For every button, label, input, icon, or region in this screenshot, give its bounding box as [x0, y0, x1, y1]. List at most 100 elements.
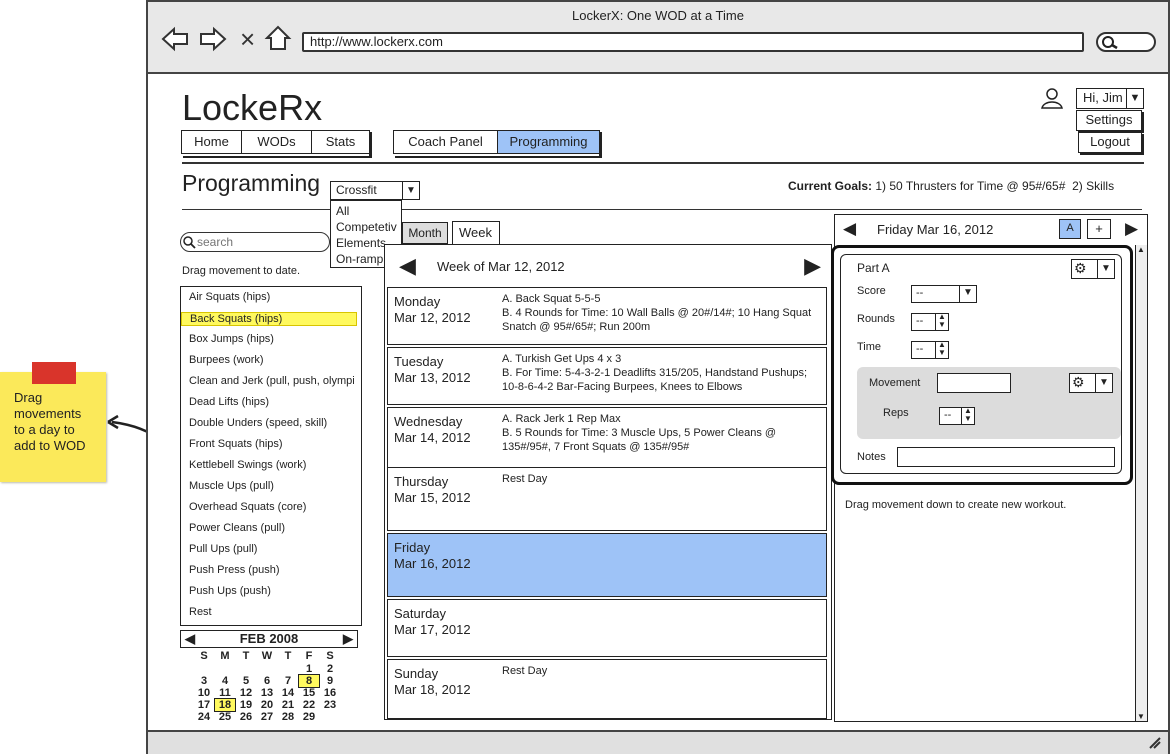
logout-menu-item[interactable]: Logout [1078, 132, 1142, 153]
calendar-cell[interactable]: 9 [320, 675, 340, 687]
calendar-cell[interactable]: 20 [257, 699, 277, 711]
resize-grip-icon[interactable] [1148, 736, 1162, 750]
movement-item[interactable]: Push Press (push) [189, 564, 279, 576]
calendar-cell[interactable]: 5 [236, 675, 256, 687]
nav-programming[interactable]: Programming [497, 130, 599, 154]
main-nav: Home WODs Stats [181, 130, 370, 156]
settings-menu-item[interactable]: Settings [1076, 110, 1142, 131]
day-row[interactable]: Saturday Mar 17, 2012 [387, 599, 827, 657]
calendar-cell[interactable]: 12 [236, 687, 256, 699]
calendar-cell[interactable]: 29 [299, 711, 319, 723]
day-name: Tuesday Mar 13, 2012 [394, 354, 471, 386]
filter-option-all[interactable]: All [336, 204, 349, 218]
calendar-cell[interactable]: 26 [236, 711, 256, 723]
filter-option-competetive[interactable]: Competetiv [336, 220, 397, 234]
prev-day-icon[interactable]: ◀ [843, 219, 856, 239]
calendar-cell[interactable]: 7 [278, 675, 298, 687]
calendar-cell[interactable]: 22 [299, 699, 319, 711]
calendar-cell[interactable]: 23 [320, 699, 340, 711]
day-name: Wednesday Mar 14, 2012 [394, 414, 471, 446]
home-icon[interactable] [264, 24, 292, 52]
calendar-cell[interactable]: 2 [320, 663, 340, 675]
program-filter-select[interactable]: Crossfit ▼ [330, 181, 420, 200]
day-row[interactable]: Wednesday Mar 14, 2012 A. Rack Jerk 1 Rep … [387, 407, 827, 471]
next-day-icon[interactable]: ▶ [1125, 219, 1138, 239]
calendar-cell[interactable]: 8 [298, 674, 320, 688]
movement-item[interactable]: Clean and Jerk (pull, push, olympi [189, 375, 355, 387]
movement-item[interactable]: Air Squats (hips) [189, 291, 270, 303]
calendar-cell[interactable]: 11 [215, 687, 235, 699]
score-select[interactable]: -- ▼ [911, 285, 977, 303]
movement-search[interactable] [180, 232, 330, 252]
nav-wods[interactable]: WODs [241, 130, 311, 154]
movement-item[interactable]: Rest [189, 606, 212, 618]
calendar-cell[interactable]: 6 [257, 675, 277, 687]
calendar-cell[interactable]: 10 [194, 687, 214, 699]
movement-item[interactable]: Muscle Ups (pull) [189, 480, 274, 492]
movement-item[interactable]: Box Jumps (hips) [189, 333, 274, 345]
day-row[interactable]: Tuesday Mar 13, 2012 A. Turkish Get Ups 4 … [387, 347, 827, 405]
movement-item[interactable]: Back Squats (hips) [181, 312, 357, 326]
movement-item[interactable]: Kettlebell Swings (work) [189, 459, 306, 471]
movement-item[interactable]: Burpees (work) [189, 354, 264, 366]
calendar-cell[interactable]: 3 [194, 675, 214, 687]
calendar-cell[interactable]: 24 [194, 711, 214, 723]
next-month-icon[interactable]: ▶ [343, 631, 353, 647]
forward-icon[interactable] [198, 26, 228, 52]
back-icon[interactable] [160, 26, 190, 52]
calendar-cell[interactable]: 17 [194, 699, 214, 711]
calendar-cell[interactable]: 27 [257, 711, 277, 723]
movement-item[interactable]: Front Squats (hips) [189, 438, 283, 450]
calendar-cell[interactable]: 19 [236, 699, 256, 711]
stop-icon[interactable]: × [240, 26, 255, 52]
calendar-cell[interactable]: 21 [278, 699, 298, 711]
day-row[interactable]: Monday Mar 12, 2012 A. Back Squat 5-5-5 B.… [387, 287, 827, 345]
day-row[interactable]: Thursday Mar 15, 2012 Rest Day [387, 467, 827, 531]
calendar-cell[interactable]: 15 [299, 687, 319, 699]
calendar-cell[interactable]: 25 [215, 711, 235, 723]
part-a-button[interactable]: A [1059, 219, 1081, 239]
movement-item[interactable]: Dead Lifts (hips) [189, 396, 269, 408]
time-stepper[interactable]: -- ▲ ▼ [911, 341, 949, 359]
filter-option-elements[interactable]: Elements [336, 236, 386, 250]
calendar-cell[interactable]: 14 [278, 687, 298, 699]
movement-settings-dropdown[interactable]: ⚙ ▼ [1069, 373, 1113, 393]
nav-coach-panel[interactable]: Coach Panel [393, 130, 497, 154]
user-dropdown[interactable]: Hi, Jim ▼ [1076, 88, 1144, 109]
next-week-icon[interactable]: ▶ [804, 253, 821, 279]
day-row[interactable]: Friday Mar 16, 2012 [387, 533, 827, 597]
tab-week[interactable]: Week [452, 221, 500, 245]
day-row[interactable]: Sunday Mar 18, 2012 Rest Day [387, 659, 827, 719]
nav-stats[interactable]: Stats [311, 130, 369, 154]
tab-month[interactable]: Month [402, 222, 448, 244]
nav-home[interactable]: Home [181, 130, 241, 154]
movement-item[interactable]: Power Cleans (pull) [189, 522, 285, 534]
filter-option-on-ramp[interactable]: On-ramp [336, 252, 383, 266]
calendar-cell[interactable]: 4 [215, 675, 235, 687]
browser-search-field[interactable] [1096, 32, 1156, 52]
part-settings-dropdown[interactable]: ⚙ ▼ [1071, 259, 1115, 279]
movement-item[interactable]: Overhead Squats (core) [189, 501, 306, 513]
scroll-down-icon[interactable]: ▼ [1136, 712, 1146, 721]
movement-item[interactable]: Pull Ups (pull) [189, 543, 257, 555]
rounds-stepper[interactable]: -- ▲ ▼ [911, 313, 949, 331]
calendar-cell[interactable]: 1 [299, 663, 319, 675]
stepper-icon: ▲ ▼ [935, 313, 948, 330]
title-divider [182, 209, 1142, 210]
scroll-up-icon[interactable]: ▲ [1136, 245, 1146, 254]
address-bar[interactable]: http://www.lockerx.com [302, 32, 1084, 52]
movement-item[interactable]: Push Ups (push) [189, 585, 271, 597]
reps-stepper[interactable]: -- ▲ ▼ [939, 407, 975, 425]
prev-month-icon[interactable]: ◀ [185, 631, 195, 647]
calendar-cell[interactable]: 28 [278, 711, 298, 723]
prev-week-icon[interactable]: ◀ [399, 253, 416, 279]
calendar-cell[interactable]: 13 [257, 687, 277, 699]
movement-item[interactable]: Double Unders (speed, skill) [189, 417, 327, 429]
add-part-button[interactable]: + [1087, 219, 1111, 239]
calendar-cell[interactable]: 18 [214, 698, 236, 712]
calendar-cell[interactable]: 16 [320, 687, 340, 699]
movement-field[interactable] [937, 373, 1011, 393]
search-input[interactable] [195, 234, 319, 250]
notes-field[interactable] [897, 447, 1115, 467]
editor-scrollbar[interactable]: ▲ ▼ [1135, 245, 1147, 721]
